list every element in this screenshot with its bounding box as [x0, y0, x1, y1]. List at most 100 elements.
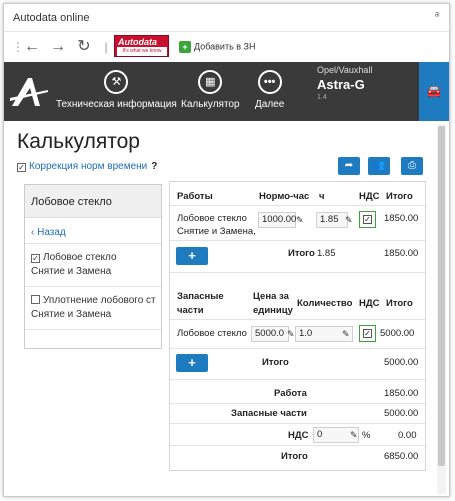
- car-icon: 🚘: [426, 84, 442, 98]
- back-label: Назад: [37, 227, 66, 238]
- vehicle-info: Opel/Vauxhall Astra-G 1.4: [317, 65, 372, 101]
- correction-checkbox[interactable]: ✓: [17, 163, 26, 172]
- hours-input[interactable]: 1.85: [316, 212, 348, 228]
- divider: [170, 348, 425, 349]
- divider: [170, 379, 425, 380]
- divider: [170, 403, 425, 404]
- norm-hour-input[interactable]: 1000.00: [258, 212, 296, 228]
- window-title: Autodata online: [13, 12, 90, 24]
- back-arrow-icon[interactable]: ←: [24, 39, 40, 55]
- divider: [170, 445, 425, 446]
- labor-subtotal-amount: 1850.00: [384, 248, 419, 259]
- share-button[interactable]: ➦: [338, 157, 360, 175]
- brand-logo-icon[interactable]: [10, 76, 50, 108]
- autodata-logo[interactable]: Autodata It's what we know: [114, 35, 169, 57]
- labor-row-total: 1850.00: [384, 213, 419, 224]
- header-parts-vat: НДС: [359, 298, 380, 309]
- labor-vat-checkbox[interactable]: ✓: [359, 211, 376, 228]
- logo-tagline: It's what we know: [117, 47, 167, 56]
- header-price-line1: Цена за: [253, 291, 289, 302]
- more-icon: •••: [257, 70, 282, 94]
- divider: [170, 240, 425, 241]
- vehicle-model: Astra-G: [317, 77, 365, 92]
- add-to-work-order-label: Добавить в ЗН: [194, 41, 256, 52]
- summary-total-value: 6850.00: [384, 451, 419, 462]
- nav-calculator-label: Калькулятор: [181, 99, 240, 110]
- calculator-panel: Работы Нормо-час ч НДС Итого Лобовое сте…: [169, 181, 426, 471]
- header-hours: ч: [319, 191, 325, 202]
- parts-subtotal-label: Итого: [262, 357, 289, 368]
- main-navbar: ⚒ Техническая информация ▦ Калькулятор •…: [4, 62, 449, 121]
- nav-more-label: Далее: [255, 99, 285, 110]
- summary-parts-label: Запасные части: [231, 408, 307, 419]
- refresh-icon[interactable]: ↻: [76, 39, 92, 55]
- divider: [170, 319, 425, 320]
- sidebar-option-windscreen-seal[interactable]: Уплотнение лобового ст Снятие и Замена: [25, 287, 161, 330]
- header-parts-line2: части: [177, 305, 204, 316]
- vehicle-select-button[interactable]: 🚘: [419, 62, 449, 121]
- header-norm-hour: Нормо-час: [259, 191, 310, 202]
- option-subtitle: Снятие и Замена: [31, 266, 112, 277]
- option-checkbox-unchecked[interactable]: [31, 295, 40, 304]
- toolbar-divider: |: [104, 40, 108, 54]
- team-button[interactable]: 👥: [368, 157, 390, 175]
- vehicle-make: Opel/Vauxhall: [317, 65, 373, 75]
- nav-technical-info-label: Техническая информация: [56, 99, 177, 110]
- check-icon: ✓: [363, 329, 372, 338]
- print-button[interactable]: ⎙: [401, 157, 423, 175]
- divider: [170, 205, 425, 206]
- nav-more[interactable]: ••• Далее: [255, 70, 284, 110]
- pencil-icon[interactable]: ✎: [350, 430, 358, 441]
- logo-text: Autodata: [118, 37, 157, 47]
- time-correction-toggle[interactable]: ✓ Коррекция норм времени?: [17, 161, 157, 172]
- option-title: Лобовое стекло: [43, 252, 117, 263]
- plus-icon: +: [179, 41, 191, 53]
- vertical-scrollbar[interactable]: [437, 124, 446, 494]
- part-row-total: 5000.00: [380, 328, 415, 339]
- help-icon[interactable]: ?: [151, 161, 157, 172]
- people-icon: 👥: [372, 160, 386, 171]
- part-name: Лобовое стекло: [177, 328, 247, 339]
- print-icon: ⎙: [408, 160, 416, 171]
- divider: [170, 423, 425, 424]
- summary-work-value: 1850.00: [384, 388, 419, 399]
- pencil-icon[interactable]: ✎: [345, 215, 353, 226]
- sidebar-back-link[interactable]: ‹ Назад: [25, 218, 161, 244]
- summary-total-label: Итого: [281, 451, 308, 462]
- add-to-work-order-button[interactable]: + Добавить в ЗН: [179, 41, 256, 53]
- nav-technical-info[interactable]: ⚒ Техническая информация: [56, 70, 177, 110]
- pin-icon[interactable]: ᵃ: [435, 10, 439, 22]
- pencil-icon[interactable]: ✎: [342, 329, 350, 340]
- vehicle-engine: 1.4: [317, 94, 327, 101]
- forward-arrow-icon[interactable]: →: [50, 39, 66, 55]
- job-sidebar: Лобовое стекло ‹ Назад ✓ Лобовое стекло С…: [24, 184, 162, 349]
- header-vat: НДС: [359, 191, 380, 202]
- unit-price-input[interactable]: 5000.0: [251, 326, 289, 342]
- nav-calculator[interactable]: ▦ Калькулятор: [181, 70, 240, 110]
- labor-name-line1: Лобовое стекло: [177, 213, 247, 224]
- option-title: Уплотнение лобового ст: [43, 295, 156, 306]
- scrollbar-thumb[interactable]: [438, 126, 445, 466]
- pencil-icon[interactable]: ✎: [287, 329, 295, 340]
- plus-icon: +: [188, 355, 196, 370]
- header-quantity: Количество: [297, 298, 353, 309]
- header-work: Работы: [177, 191, 213, 202]
- sidebar-option-windscreen[interactable]: ✓ Лобовое стекло Снятие и Замена: [25, 244, 161, 287]
- vat-percent-sign: %: [362, 430, 371, 441]
- sidebar-heading: Лобовое стекло: [25, 185, 161, 218]
- summary-work-label: Работа: [274, 388, 307, 399]
- calculator-icon: ▦: [198, 70, 223, 94]
- add-labor-button[interactable]: +: [176, 247, 208, 265]
- header-total: Итого: [386, 191, 413, 202]
- summary-vat-label: НДС: [288, 430, 309, 441]
- parts-subtotal-amount: 5000.00: [384, 357, 419, 368]
- wrench-icon: ⚒: [104, 70, 129, 94]
- plus-icon: +: [188, 248, 196, 263]
- parts-vat-checkbox[interactable]: ✓: [359, 325, 376, 342]
- option-checkbox-checked[interactable]: ✓: [31, 254, 40, 263]
- header-price-line2: единицу: [253, 305, 293, 316]
- labor-name-line2: Снятие и Замена,: [177, 226, 256, 237]
- summary-vat-value: 0.00: [398, 430, 417, 441]
- add-part-button[interactable]: +: [176, 354, 208, 372]
- pencil-icon[interactable]: ✎: [296, 215, 304, 226]
